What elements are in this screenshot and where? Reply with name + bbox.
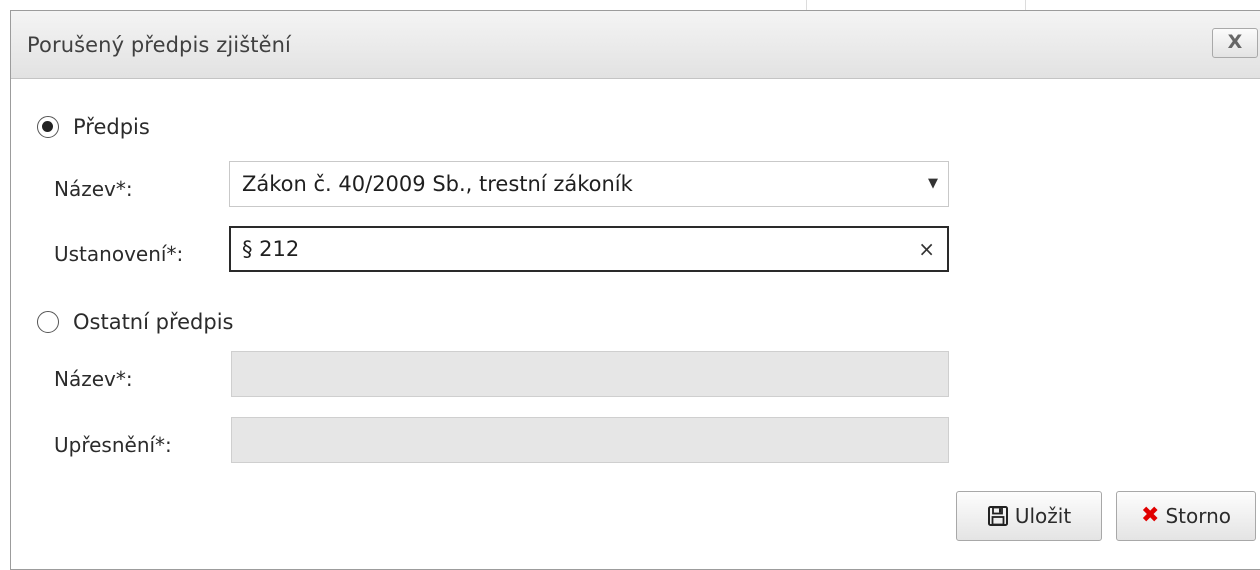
cancel-button[interactable]: ✖ Storno <box>1116 491 1256 541</box>
ostatni-upresneni-label: Upřesnění*: <box>54 433 172 457</box>
floppy-disk-icon <box>987 505 1009 527</box>
dialog-window: Porušený předpis zjištění X Předpis Náze… <box>10 10 1260 570</box>
ostatni-nazev-label: Název*: <box>54 367 133 391</box>
radio-predpis[interactable]: Předpis <box>37 115 150 139</box>
background-strip <box>0 0 1260 10</box>
predpis-ustanoveni-input[interactable]: § 212 × <box>229 226 949 272</box>
background-divider <box>1025 0 1026 10</box>
ostatni-upresneni-input[interactable] <box>231 417 949 463</box>
close-icon: X <box>1227 31 1243 53</box>
dialog-titlebar: Porušený předpis zjištění X <box>11 11 1260 79</box>
predpis-nazev-value: Zákon č. 40/2009 Sb., trestní zákoník <box>242 172 633 196</box>
cancel-x-icon: ✖ <box>1141 503 1160 528</box>
radio-unchecked-icon[interactable] <box>37 311 59 333</box>
clear-icon[interactable]: × <box>918 228 935 270</box>
close-button[interactable]: X <box>1212 28 1258 58</box>
predpis-nazev-select[interactable]: Zákon č. 40/2009 Sb., trestní zákoník ▼ <box>229 161 949 207</box>
predpis-ustanoveni-label: Ustanovení*: <box>54 242 184 266</box>
dialog-title: Porušený předpis zjištění <box>27 33 291 57</box>
radio-ostatni[interactable]: Ostatní předpis <box>37 310 233 334</box>
cancel-button-label: Storno <box>1165 504 1231 528</box>
ostatni-nazev-input[interactable] <box>231 351 949 397</box>
predpis-ustanoveni-value: § 212 <box>242 237 300 261</box>
save-button[interactable]: Uložit <box>956 491 1102 541</box>
radio-predpis-label: Předpis <box>73 115 150 139</box>
save-button-label: Uložit <box>1014 504 1072 528</box>
radio-ostatni-label: Ostatní předpis <box>73 310 234 334</box>
predpis-nazev-label: Název*: <box>54 177 133 201</box>
radio-checked-icon[interactable] <box>37 116 59 138</box>
background-divider <box>806 0 807 10</box>
dropdown-arrow-icon[interactable]: ▼ <box>928 162 938 206</box>
